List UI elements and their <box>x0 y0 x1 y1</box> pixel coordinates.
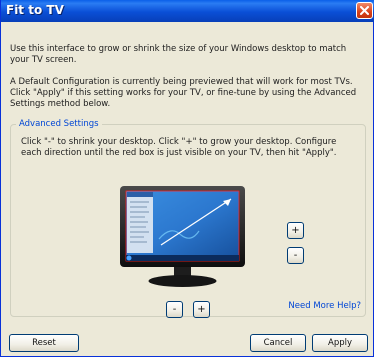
shrink-vertical-button[interactable]: - <box>287 247 304 264</box>
advanced-instructions: Click "-" to shrink your desktop. Click … <box>21 137 337 158</box>
close-icon <box>360 6 369 15</box>
advanced-settings-legend: Advanced Settings <box>16 118 102 130</box>
cancel-button[interactable]: Cancel <box>250 334 306 352</box>
fit-to-tv-dialog: Fit to TV Use this interface to grow or … <box>0 0 374 357</box>
need-more-help-link[interactable]: Need More Help? <box>288 301 361 311</box>
close-button[interactable] <box>356 2 373 19</box>
intro-paragraph: Use this interface to grow or shrink the… <box>10 44 347 65</box>
tv-preview-image <box>120 186 245 287</box>
grow-horizontal-button[interactable]: + <box>193 301 210 318</box>
default-config-paragraph: A Default Configuration is currently bei… <box>10 77 357 109</box>
reset-button[interactable]: Reset <box>9 334 79 352</box>
window-title: Fit to TV <box>6 3 64 17</box>
grow-vertical-button[interactable]: + <box>287 222 304 239</box>
title-bar[interactable]: Fit to TV <box>1 0 374 22</box>
advanced-settings-group: Advanced Settings Click "-" to shrink yo… <box>10 118 366 318</box>
shrink-horizontal-button[interactable]: - <box>166 301 183 318</box>
apply-button[interactable]: Apply <box>312 334 368 352</box>
